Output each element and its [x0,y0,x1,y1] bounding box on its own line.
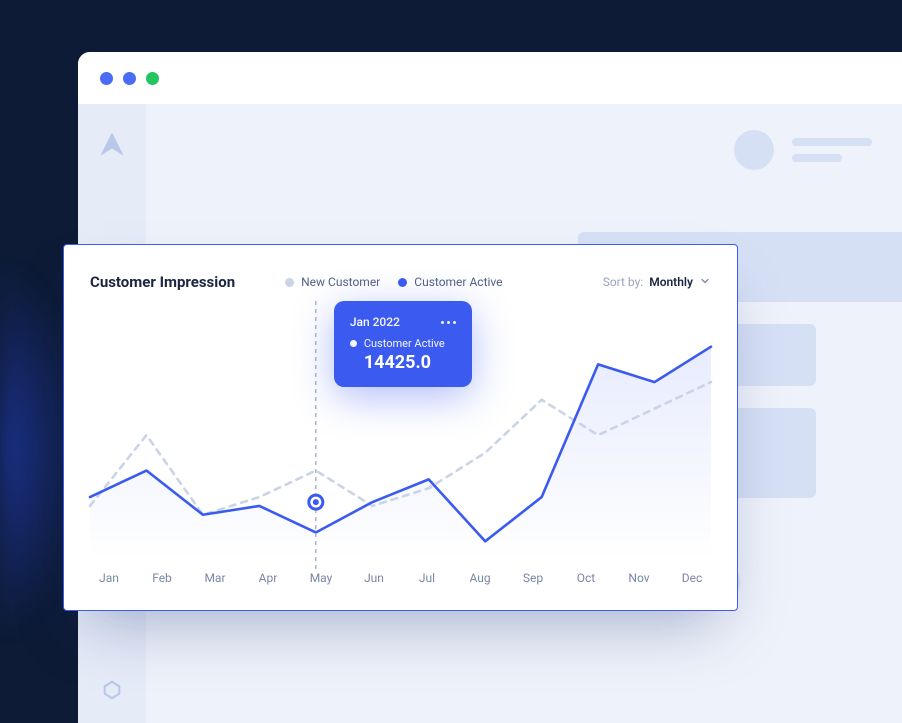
chart-legend: New Customer Customer Active [285,275,502,289]
x-axis-label: May [306,571,336,585]
browser-titlebar [78,52,902,104]
sort-value: Monthly [649,275,693,289]
x-axis-label: Nov [624,571,654,585]
traffic-light-minimize[interactable] [123,72,136,85]
chart-tooltip: Jan 2022 Customer Active 14425.0 [334,301,472,387]
user-name-skeleton [792,138,872,162]
legend-label: New Customer [301,275,380,289]
chevron-down-icon [699,275,711,290]
x-axis-label: Dec [677,571,707,585]
tooltip-value: 14425.0 [350,352,456,373]
legend-label: Customer Active [414,275,502,289]
avatar[interactable] [734,130,774,170]
bullet-icon [350,340,357,347]
x-axis-label: Mar [200,571,230,585]
settings-icon[interactable] [101,679,123,705]
legend-customer-active[interactable]: Customer Active [398,275,502,289]
sort-label: Sort by: [603,275,644,289]
traffic-light-close[interactable] [100,72,113,85]
chart-title: Customer Impression [90,273,235,291]
chart-plot[interactable]: Jan 2022 Customer Active 14425.0 [90,329,711,559]
chart-x-axis: Jan Feb Mar Apr May Jun Jul Aug Sep Oct Nov Dec [90,571,711,585]
x-axis-label: Feb [147,571,177,585]
x-axis-label: Aug [465,571,495,585]
x-axis-label: Jun [359,571,389,585]
legend-dot-icon [398,278,407,287]
topbar [146,104,902,196]
app-logo-icon [98,130,126,162]
more-icon[interactable] [441,321,456,324]
sort-dropdown[interactable]: Sort by: Monthly [603,275,711,290]
x-axis-label: Jan [94,571,124,585]
customer-impression-card: Customer Impression New Customer Custome… [63,244,738,611]
legend-new-customer[interactable]: New Customer [285,275,380,289]
x-axis-label: Sep [518,571,548,585]
x-axis-label: Oct [571,571,601,585]
tooltip-series: Customer Active [364,337,445,350]
x-axis-label: Apr [253,571,283,585]
traffic-light-maximize[interactable] [146,72,159,85]
tooltip-date: Jan 2022 [350,315,400,329]
x-axis-label: Jul [412,571,442,585]
legend-dot-icon [285,278,294,287]
